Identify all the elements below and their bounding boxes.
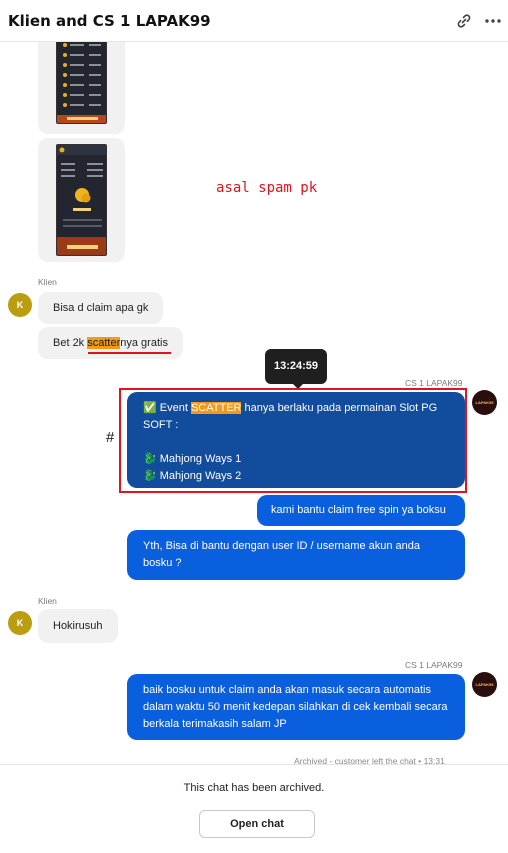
- annotation-text: asal spam pk: [216, 180, 318, 196]
- annotation-hash: #: [106, 429, 115, 446]
- client-avatar: K: [8, 611, 32, 635]
- chat-header: Klien and CS 1 LAPAK99: [0, 0, 508, 42]
- message-bubble[interactable]: baik bosku untuk claim anda akan masuk s…: [127, 674, 465, 740]
- sender-name: Klien: [38, 596, 57, 606]
- message-bubble[interactable]: kami bantu claim free spin ya boksu: [257, 495, 465, 526]
- message-text: Bet 2k: [53, 337, 88, 349]
- screenshot-thumbnail: [56, 144, 107, 256]
- timestamp-tooltip: 13:24:59: [265, 349, 327, 384]
- sender-name: CS 1 LAPAK99: [405, 378, 463, 388]
- image-message[interactable]: [38, 42, 125, 134]
- agent-avatar: LAPAK99: [472, 390, 497, 415]
- message-bubble[interactable]: Hokirusuh: [38, 609, 118, 643]
- image-message[interactable]: [38, 138, 125, 262]
- message-bubble[interactable]: Bisa d claim apa gk: [38, 292, 164, 324]
- annotation-underline: [88, 352, 171, 354]
- sender-name: Klien: [38, 277, 57, 287]
- sender-name: CS 1 LAPAK99: [405, 660, 463, 670]
- open-chat-button[interactable]: Open chat: [199, 810, 315, 838]
- annotation-box: [119, 388, 467, 493]
- message-bubble[interactable]: Bet 2k scatternya gratis: [38, 327, 183, 359]
- chat-messages-area[interactable]: asal spam pk Klien K Bisa d claim apa gk…: [0, 42, 508, 764]
- message-bubble[interactable]: Yth, Bisa di bantu dengan user ID / user…: [127, 530, 465, 580]
- archived-status-line: Archived - customer left the chat • 13:3…: [294, 756, 445, 764]
- highlighted-word: scatter: [87, 337, 121, 349]
- client-avatar: K: [8, 293, 32, 317]
- archived-notice: This chat has been archived.: [183, 782, 325, 794]
- screenshot-thumbnail: [56, 42, 107, 124]
- more-icon[interactable]: [483, 11, 503, 31]
- chat-title: Klien and CS 1 LAPAK99: [8, 12, 211, 30]
- message-text: nya gratis: [120, 337, 168, 349]
- chat-footer: This chat has been archived. Open chat: [0, 764, 508, 853]
- agent-avatar: LAPAK99: [472, 672, 497, 697]
- link-icon[interactable]: [454, 11, 474, 31]
